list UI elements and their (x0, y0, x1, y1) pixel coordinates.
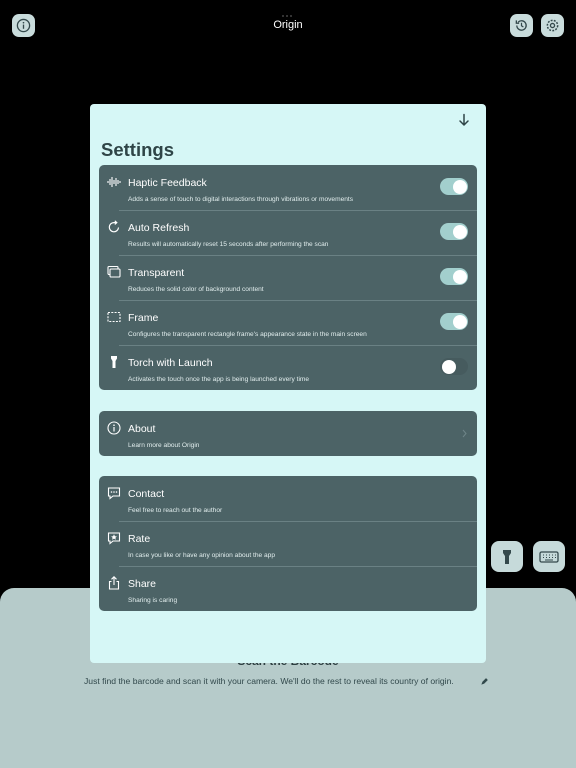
setting-row-share[interactable]: Share Sharing is caring (99, 566, 477, 611)
setting-label: Contact (128, 488, 165, 500)
links-group: Contact Feel free to reach out the autho… (99, 476, 477, 611)
message-icon (107, 487, 121, 500)
windows-icon (107, 265, 121, 278)
setting-subtitle: Adds a sense of touch to digital interac… (128, 196, 354, 203)
window-grabber[interactable] (282, 4, 294, 17)
setting-row-contact[interactable]: Contact Feel free to reach out the autho… (99, 476, 477, 521)
setting-row-transparent[interactable]: Transparent Reduces the solid color of b… (99, 255, 477, 300)
setting-row-frame[interactable]: Frame Configures the transparent rectang… (99, 300, 477, 345)
setting-row-rate[interactable]: Rate In case you like or have any opinio… (99, 521, 477, 566)
setting-subtitle: Reduces the solid color of background co… (128, 286, 264, 293)
setting-subtitle: In case you like or have any opinion abo… (128, 552, 275, 559)
setting-row-about[interactable]: About Learn more about Origin (99, 411, 477, 456)
toggles-group: Haptic Feedback Adds a sense of touch to… (99, 165, 477, 390)
setting-label: Frame (128, 312, 159, 324)
setting-subtitle: Learn more about Origin (128, 442, 200, 449)
setting-subtitle: Results will automatically reset 15 seco… (128, 241, 329, 248)
setting-label: Rate (128, 533, 151, 545)
about-group: About Learn more about Origin (99, 411, 477, 456)
pencil-icon[interactable] (480, 677, 489, 686)
dashed-frame-icon (107, 311, 121, 323)
setting-label: About (128, 423, 156, 435)
setting-subtitle: Activates the touch once the app is bein… (128, 376, 310, 383)
keyboard-icon (539, 550, 559, 563)
star-bubble-icon (107, 532, 121, 545)
chevron-right-icon (462, 429, 467, 438)
setting-subtitle: Feel free to reach out the author (128, 507, 223, 514)
torch-with-launch-toggle[interactable] (440, 358, 468, 375)
setting-label: Haptic Feedback (128, 177, 207, 189)
setting-row-haptic-feedback[interactable]: Haptic Feedback Adds a sense of touch to… (99, 165, 477, 210)
settings-sheet: Settings Haptic Feedback Adds a sense of… (90, 104, 486, 663)
keyboard-button[interactable] (533, 541, 565, 572)
gear-icon (546, 19, 559, 32)
haptic-feedback-toggle[interactable] (440, 178, 468, 195)
torch-icon (111, 356, 117, 368)
frame-toggle[interactable] (440, 313, 468, 330)
setting-label: Torch with Launch (128, 357, 213, 369)
info-icon (107, 421, 121, 435)
transparent-toggle[interactable] (440, 268, 468, 285)
history-icon (515, 20, 527, 31)
top-bar: Origin (0, 0, 576, 52)
setting-row-auto-refresh[interactable]: Auto Refresh Results will automatically … (99, 210, 477, 255)
flashlight-button[interactable] (491, 541, 523, 572)
settings-title: Settings (101, 139, 174, 160)
setting-label: Transparent (128, 267, 185, 279)
app-title: Origin (273, 19, 303, 31)
share-icon (108, 576, 120, 590)
scan-hint-text: Just find the barcode and scan it with y… (84, 676, 454, 686)
arrow-down-icon[interactable] (457, 113, 471, 127)
settings-button[interactable] (541, 14, 564, 37)
setting-subtitle: Configures the transparent rectangle fra… (128, 331, 367, 338)
auto-refresh-toggle[interactable] (440, 223, 468, 240)
history-button[interactable] (510, 14, 533, 37)
setting-label: Share (128, 578, 157, 590)
setting-subtitle: Sharing is caring (128, 597, 178, 604)
setting-row-torch-with-launch[interactable]: Torch with Launch Activates the touch on… (99, 345, 477, 390)
refresh-icon (108, 220, 120, 233)
flashlight-icon (503, 549, 511, 564)
setting-label: Auto Refresh (128, 222, 190, 234)
waveform-icon (107, 177, 121, 187)
